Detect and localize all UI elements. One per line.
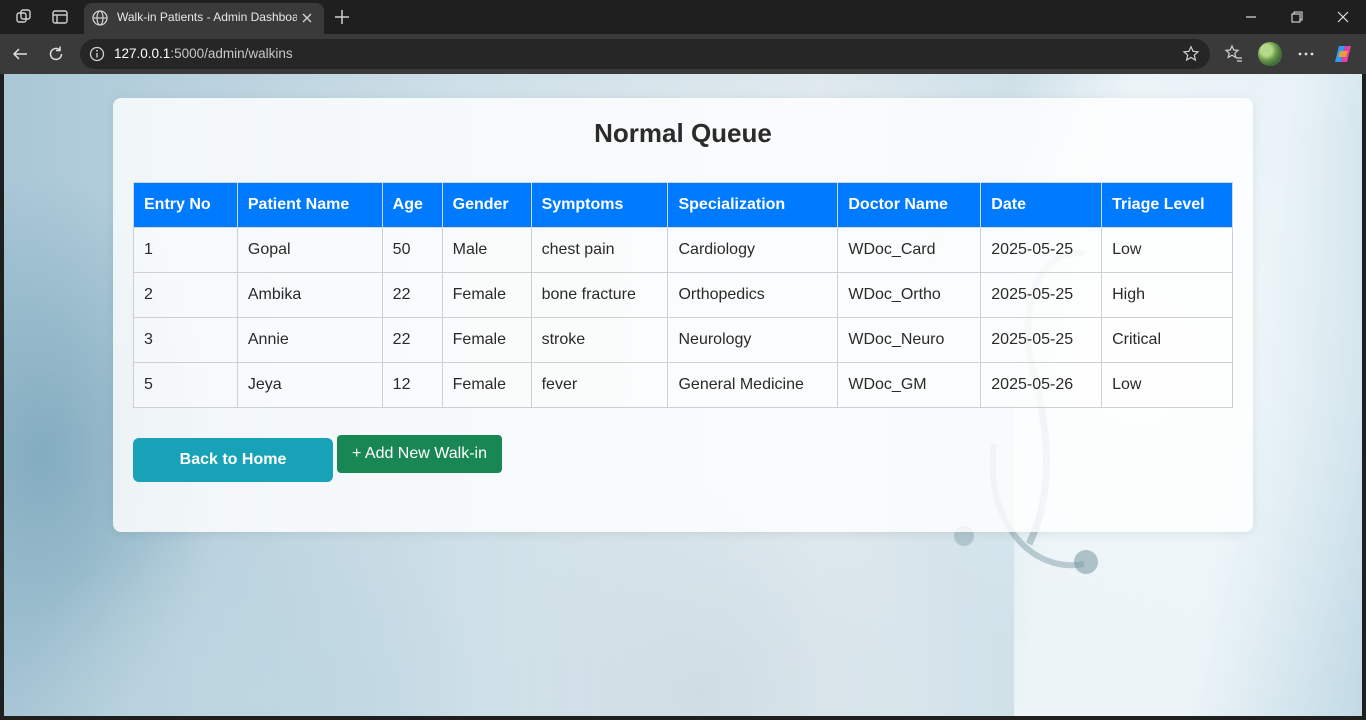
table-row: 3 Annie 22 Female stroke Neurology WDoc_…	[133, 317, 1233, 363]
restore-icon[interactable]	[1287, 7, 1307, 27]
table-cell: WDoc_Card	[837, 227, 982, 273]
column-header: Symptoms	[530, 182, 669, 228]
table-cell: Low	[1101, 362, 1233, 408]
table-cell: Female	[441, 317, 532, 363]
column-header: Date	[980, 182, 1103, 228]
table-cell: Gopal	[236, 227, 383, 273]
column-header: Age	[381, 182, 443, 228]
table-cell: WDoc_GM	[837, 362, 982, 408]
table-cell: Male	[441, 227, 532, 273]
table-cell: WDoc_Ortho	[837, 272, 982, 318]
table-cell: WDoc_Neuro	[837, 317, 982, 363]
globe-icon	[91, 9, 109, 27]
column-header: Gender	[441, 182, 532, 228]
column-header: Doctor Name	[837, 182, 982, 228]
table-cell: Ambika	[236, 272, 383, 318]
table-cell: Cardiology	[667, 227, 839, 273]
normal-queue-table: Entry No Patient Name Age Gender Symptom…	[133, 182, 1233, 408]
copilot-icon[interactable]	[1332, 43, 1354, 65]
column-header: Entry No	[133, 182, 238, 228]
table-cell: 22	[381, 317, 443, 363]
table-cell: 2025-05-26	[980, 362, 1103, 408]
workspaces-icon[interactable]	[14, 7, 34, 27]
minimize-icon[interactable]	[1241, 7, 1261, 27]
column-header: Triage Level	[1101, 182, 1233, 228]
table-cell: Female	[441, 362, 532, 408]
browser-toolbar: 127.0.0.1:5000/admin/walkins	[0, 34, 1366, 74]
url-host: 127.0.0.1	[114, 46, 171, 61]
table-cell: Annie	[236, 317, 383, 363]
window-close-icon[interactable]	[1333, 7, 1353, 27]
star-icon[interactable]	[1182, 45, 1200, 63]
table-cell: 2025-05-25	[980, 227, 1103, 273]
table-cell: Critical	[1101, 317, 1233, 363]
table-cell: Jeya	[236, 362, 383, 408]
url-text: 127.0.0.1:5000/admin/walkins	[114, 46, 293, 61]
table-cell: stroke	[530, 317, 669, 363]
table-cell: Neurology	[667, 317, 839, 363]
column-header: Patient Name	[236, 182, 383, 228]
table-cell: 2	[133, 272, 238, 318]
more-icon[interactable]	[1295, 43, 1317, 65]
vertical-tabs-icon[interactable]	[50, 7, 70, 27]
table-cell: 22	[381, 272, 443, 318]
plus-icon[interactable]	[332, 7, 352, 27]
table-row: 2 Ambika 22 Female bone fracture Orthope…	[133, 272, 1233, 318]
site-info-icon[interactable]	[89, 46, 105, 62]
back-icon[interactable]	[9, 43, 31, 65]
table-cell: 3	[133, 317, 238, 363]
table-row: 1 Gopal 50 Male chest pain Cardiology WD…	[133, 227, 1233, 273]
table-cell: General Medicine	[667, 362, 839, 408]
active-tab[interactable]: Walk-in Patients - Admin Dashboard	[84, 3, 324, 34]
table-row: 5 Jeya 12 Female fever General Medicine …	[133, 362, 1233, 408]
back-to-home-button[interactable]: Back to Home	[133, 438, 333, 482]
url-path: :5000/admin/walkins	[170, 46, 293, 61]
browser-titlebar: Walk-in Patients - Admin Dashboard	[0, 0, 1366, 34]
table-cell: 2025-05-25	[980, 272, 1103, 318]
table-cell: High	[1101, 272, 1233, 318]
favorites-icon[interactable]	[1223, 43, 1245, 65]
table-cell: bone fracture	[530, 272, 669, 318]
add-new-walkin-button[interactable]: + Add New Walk-in	[337, 435, 502, 473]
table-cell: Low	[1101, 227, 1233, 273]
tab-title: Walk-in Patients - Admin Dashboard	[117, 10, 297, 24]
close-icon[interactable]	[298, 9, 316, 27]
column-header: Specialization	[667, 182, 839, 228]
table-cell: 1	[133, 227, 238, 273]
table-cell: 2025-05-25	[980, 317, 1103, 363]
table-cell: 5	[133, 362, 238, 408]
table-cell: Orthopedics	[667, 272, 839, 318]
table-cell: chest pain	[530, 227, 669, 273]
profile-avatar[interactable]	[1258, 42, 1282, 66]
refresh-icon[interactable]	[45, 43, 67, 65]
page-title: Normal Queue	[594, 118, 772, 148]
table-header-row: Entry No Patient Name Age Gender Symptom…	[133, 182, 1233, 228]
table-cell: 12	[381, 362, 443, 408]
page-viewport: Normal Queue Entry No Patient Name Age G…	[4, 74, 1362, 716]
table-cell: fever	[530, 362, 669, 408]
address-bar[interactable]: 127.0.0.1:5000/admin/walkins	[80, 39, 1210, 69]
table-cell: Female	[441, 272, 532, 318]
queue-card: Normal Queue Entry No Patient Name Age G…	[113, 98, 1253, 532]
table-cell: 50	[381, 227, 443, 273]
